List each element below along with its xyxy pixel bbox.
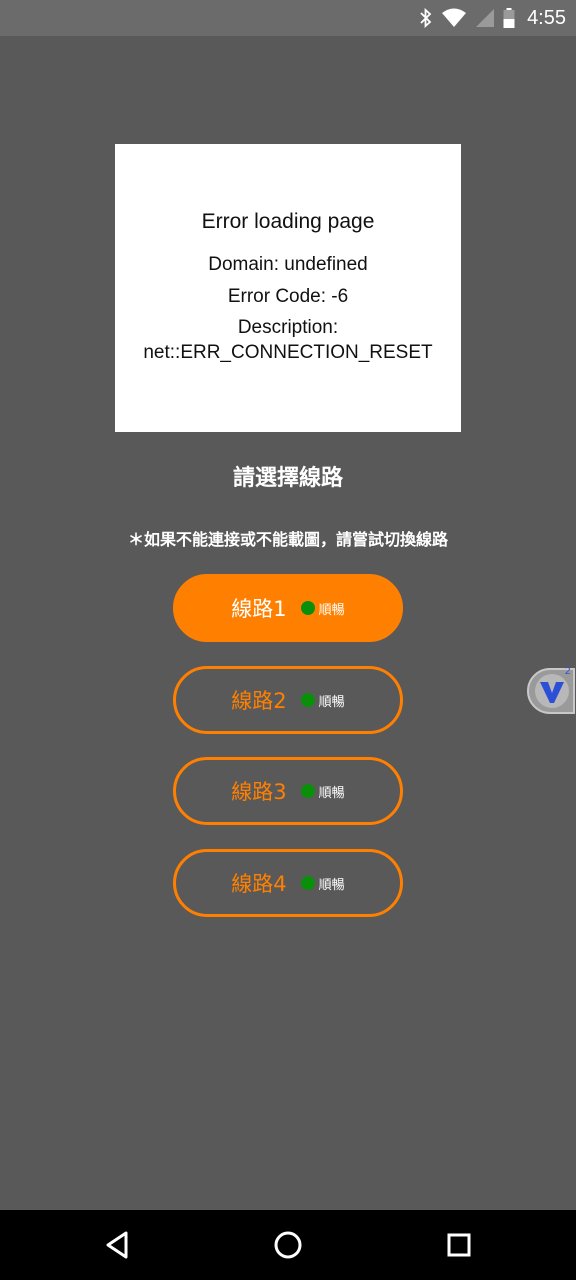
- navigation-bar: [0, 1210, 576, 1280]
- home-icon[interactable]: [270, 1227, 306, 1263]
- status-bar: 4:55: [0, 0, 576, 36]
- route-status-text: 順暢: [318, 877, 345, 893]
- recents-icon[interactable]: [441, 1227, 477, 1263]
- back-icon[interactable]: [100, 1227, 136, 1263]
- route-1-button[interactable]: 線路1 順暢: [173, 574, 403, 642]
- signal-icon: [476, 9, 495, 27]
- widget-badge: 2: [564, 666, 571, 677]
- route-label: 線路3: [231, 780, 287, 804]
- error-description-label: Description:: [237, 317, 339, 338]
- battery-icon: [503, 8, 515, 28]
- error-title: Error loading page: [201, 210, 375, 233]
- status-dot-icon: [300, 876, 315, 890]
- error-description: net::ERR_CONNECTION_RESET: [143, 342, 433, 363]
- status-icons: 4:55: [419, 0, 566, 36]
- route-label: 線路2: [231, 689, 287, 713]
- route-status: 順暢: [300, 599, 345, 618]
- route-status: 順暢: [300, 874, 345, 893]
- status-dot-icon: [300, 601, 315, 615]
- floating-widget[interactable]: 2: [527, 666, 575, 714]
- route-2-button[interactable]: 線路2 順暢: [173, 666, 403, 734]
- route-label: 線路4: [231, 872, 287, 896]
- wifi-icon: [442, 8, 467, 27]
- error-code: Error Code: -6: [227, 286, 349, 307]
- route-status: 順暢: [300, 691, 345, 710]
- route-3-button[interactable]: 線路3 順暢: [173, 757, 403, 825]
- route-status: 順暢: [300, 782, 345, 801]
- page-title: 請選擇線路: [232, 466, 343, 491]
- route-4-button[interactable]: 線路4 順暢: [173, 849, 403, 917]
- error-domain: Domain: undefined: [208, 254, 368, 275]
- route-status-text: 順暢: [318, 694, 345, 710]
- status-time: 4:55: [527, 6, 566, 29]
- route-status-text: 順暢: [318, 785, 345, 801]
- status-dot-icon: [300, 693, 315, 707]
- error-panel: Error loading page Domain: undefined Err…: [115, 144, 461, 432]
- hint-note: ＊如果不能連接或不能載圖，請嘗試切換線路: [127, 530, 448, 549]
- v-logo-icon: [540, 682, 564, 703]
- route-status-text: 順暢: [318, 602, 345, 618]
- bluetooth-icon: [420, 8, 432, 28]
- route-label: 線路1: [231, 597, 287, 621]
- status-dot-icon: [300, 784, 315, 798]
